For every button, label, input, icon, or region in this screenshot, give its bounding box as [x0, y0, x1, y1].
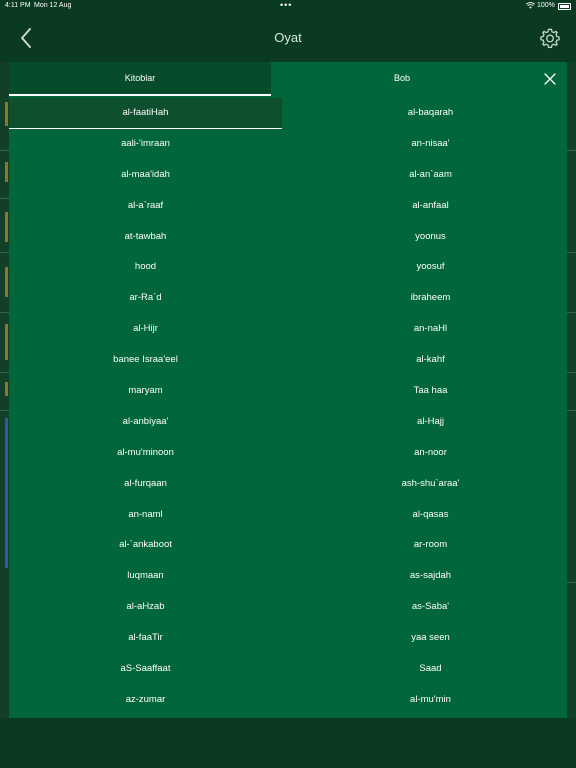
book-list-right: al-baqarah an-nisaa' al-an`aam al-anfaal yoo…	[294, 98, 567, 716]
list-item[interactable]: al-a`raaf	[9, 191, 282, 222]
background-content-left	[0, 62, 9, 718]
divider	[567, 410, 576, 411]
list-item[interactable]: as-Saba'	[294, 592, 567, 623]
list-item[interactable]: al-mu'min	[294, 685, 567, 716]
list-item[interactable]: al-anfaal	[294, 191, 567, 222]
list-item[interactable]: maryam	[9, 376, 282, 407]
list-item[interactable]: hood	[9, 252, 282, 283]
list-item[interactable]: al-`ankaboot	[9, 530, 282, 561]
list-item[interactable]: al-maa'idah	[9, 160, 282, 191]
list-item[interactable]: al-mu'minoon	[9, 438, 282, 469]
divider	[0, 312, 9, 313]
tab-chapters[interactable]: Bob	[271, 62, 533, 96]
background-highlight	[5, 102, 8, 126]
wifi-icon	[526, 2, 535, 9]
list-item[interactable]: yaa seen	[294, 623, 567, 654]
list-item[interactable]: al-anbiyaa'	[9, 407, 282, 438]
list-item[interactable]: an-naml	[9, 500, 282, 531]
list-item[interactable]: Taa haa	[294, 376, 567, 407]
list-item[interactable]: an-nisaa'	[294, 129, 567, 160]
list-item[interactable]: ar-room	[294, 530, 567, 561]
divider	[567, 150, 576, 151]
gear-icon[interactable]	[539, 27, 561, 49]
divider	[0, 198, 9, 199]
list-item[interactable]: luqmaan	[9, 561, 282, 592]
list-item[interactable]: aali-'imraan	[9, 129, 282, 160]
background-highlight	[5, 324, 8, 360]
battery-percentage: 100%	[537, 2, 555, 9]
list-item[interactable]: al-faaTir	[9, 623, 282, 654]
list-item[interactable]: al-Hajj	[294, 407, 567, 438]
list-item[interactable]: ar-Ra`d	[9, 283, 282, 314]
divider	[567, 252, 576, 253]
list-item[interactable]: an-noor	[294, 438, 567, 469]
list-item[interactable]: at-tawbah	[9, 222, 282, 253]
list-item[interactable]: an-naHl	[294, 314, 567, 345]
list-item[interactable]: yoosuf	[294, 252, 567, 283]
list-item[interactable]: al-baqarah	[294, 98, 567, 129]
divider	[567, 312, 576, 313]
active-tab-indicator	[9, 94, 271, 96]
status-time: 4:11 PM	[5, 2, 31, 9]
status-bar: 4:11 PM Mon 12 Aug ••• 100%	[0, 0, 576, 14]
background-highlight	[5, 212, 8, 242]
battery-icon	[558, 3, 571, 10]
list-item[interactable]: al-faatiHah	[9, 98, 282, 129]
list-item[interactable]: yoonus	[294, 222, 567, 253]
list-item[interactable]: banee Israa'eel	[9, 345, 282, 376]
chapter-picker-modal: Kitoblar Bob al-faatiHah aali-'imraan al-m…	[9, 62, 567, 718]
divider	[0, 150, 9, 151]
list-item[interactable]: al-furqaan	[9, 469, 282, 500]
list-item[interactable]: al-Hijr	[9, 314, 282, 345]
list-item[interactable]: Saad	[294, 654, 567, 685]
list-item[interactable]: as-sajdah	[294, 561, 567, 592]
divider	[567, 372, 576, 373]
list-item[interactable]: al-aHzab	[9, 592, 282, 623]
background-highlight	[5, 162, 8, 182]
background-content-right	[567, 62, 576, 718]
close-icon[interactable]	[541, 70, 559, 88]
list-item[interactable]: al-kahf	[294, 345, 567, 376]
background-highlight	[5, 418, 8, 568]
list-item[interactable]: aS-Saaffaat	[9, 654, 282, 685]
divider	[567, 582, 576, 583]
background-highlight	[5, 382, 8, 396]
divider	[0, 410, 9, 411]
picker-tabs: Kitoblar Bob	[9, 62, 567, 96]
status-date: Mon 12 Aug	[34, 2, 72, 9]
tab-books-label: Kitoblar	[124, 73, 156, 83]
divider	[0, 372, 9, 373]
list-item[interactable]: ibraheem	[294, 283, 567, 314]
tab-chapters-label: Bob	[393, 73, 410, 83]
book-list-left: al-faatiHah aali-'imraan al-maa'idah al-a`r…	[9, 98, 282, 716]
page-title: Oyat	[274, 30, 302, 45]
list-item[interactable]: ash-shu`araa'	[294, 469, 567, 500]
list-item[interactable]: az-zumar	[9, 685, 282, 716]
list-item[interactable]: al-an`aam	[294, 160, 567, 191]
navigation-bar: Oyat	[0, 14, 576, 62]
divider	[0, 252, 9, 253]
background-highlight	[5, 267, 8, 297]
multitasking-dots[interactable]: •••	[280, 0, 292, 10]
tab-books[interactable]: Kitoblar	[9, 62, 271, 96]
list-item[interactable]: al-qasas	[294, 500, 567, 531]
